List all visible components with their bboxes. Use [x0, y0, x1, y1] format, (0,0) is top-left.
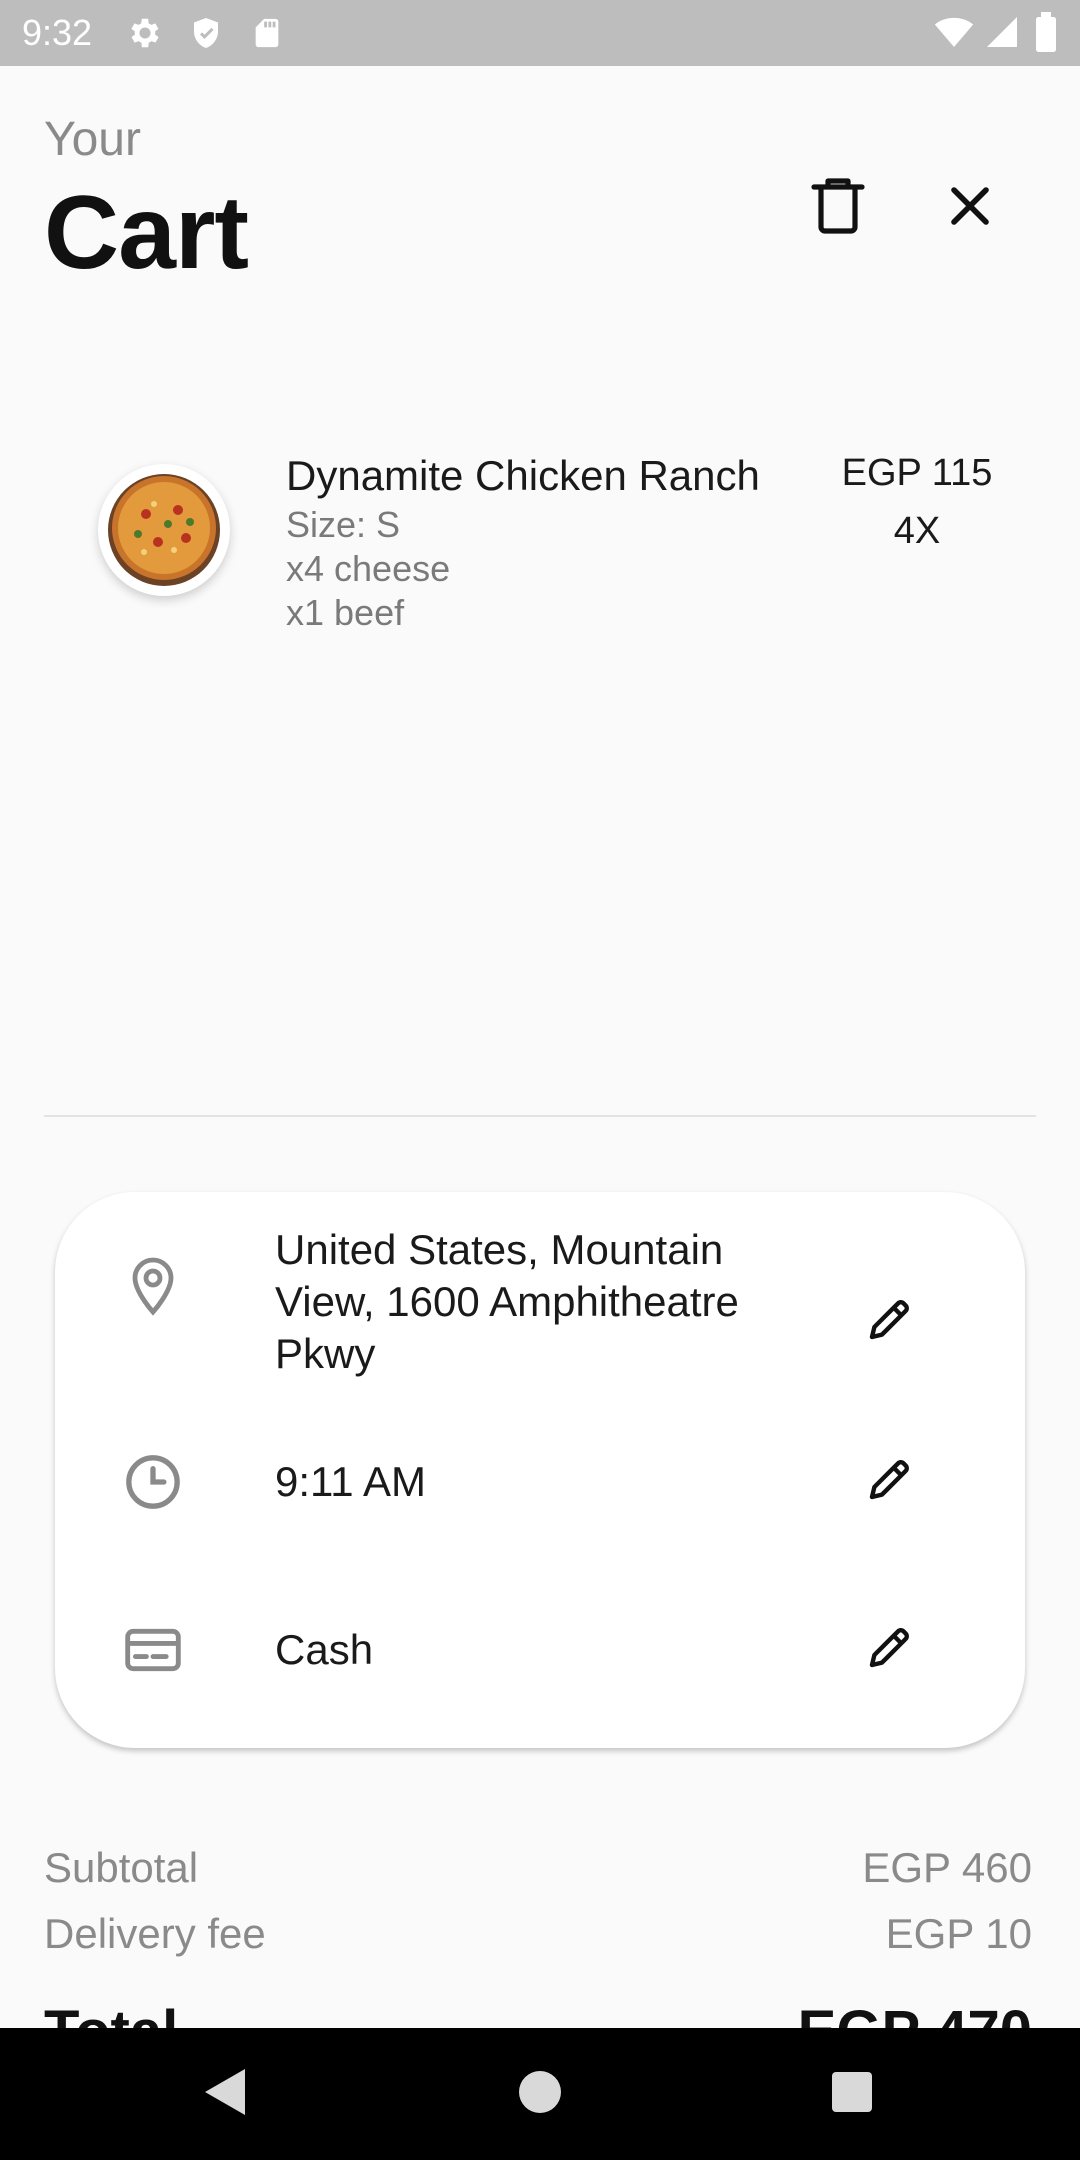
pizza-image — [98, 464, 230, 596]
recents-square-icon — [831, 2071, 873, 2118]
total-label: Total — [44, 1998, 178, 2028]
clock-icon — [121, 1450, 185, 1514]
sd-card-icon — [250, 14, 284, 57]
back-triangle-icon — [203, 2067, 249, 2122]
status-time: 9:32 — [22, 12, 93, 53]
item-extra: x1 beef — [286, 592, 405, 633]
recents-button[interactable] — [822, 2064, 882, 2124]
battery-icon — [1034, 12, 1058, 57]
home-circle-icon — [518, 2070, 562, 2119]
edit-address-button[interactable] — [855, 1286, 925, 1356]
subtotal-value: EGP 460 — [862, 1844, 1032, 1891]
status-bar: 9:32 — [0, 0, 1080, 66]
pencil-icon — [866, 1455, 914, 1508]
shield-icon — [188, 14, 224, 57]
back-button[interactable] — [196, 2064, 256, 2124]
item-name: Dynamite Chicken Ranch — [286, 452, 760, 499]
navigation-bar — [0, 2028, 1080, 2160]
total-value: EGP 470 — [798, 1998, 1032, 2028]
pencil-icon — [866, 1295, 914, 1348]
clear-cart-button[interactable] — [800, 170, 876, 246]
edit-time-button[interactable] — [855, 1446, 925, 1516]
delivery-time: 9:11 AM — [275, 1458, 426, 1505]
delivery-address: United States, Mountain View, 1600 Amphi… — [275, 1226, 739, 1377]
subtotal-label: Subtotal — [44, 1844, 199, 1891]
delivery-fee-label: Delivery fee — [44, 1910, 266, 1957]
payment-method: Cash — [275, 1626, 374, 1673]
item-price: EGP 115 — [841, 452, 993, 494]
trash-icon — [810, 176, 866, 241]
item-extra: x4 cheese — [286, 548, 451, 589]
close-icon — [950, 186, 990, 231]
divider — [44, 1115, 1036, 1117]
total-row: Total EGP 470 — [0, 1990, 1080, 2028]
credit-card-icon — [121, 1618, 185, 1682]
home-button[interactable] — [510, 2064, 570, 2124]
close-button[interactable] — [932, 170, 1008, 246]
cart-subtitle: Your — [44, 113, 141, 166]
signal-icon — [984, 12, 1020, 57]
page-title: Cart — [44, 175, 249, 291]
order-details-card: United States, Mountain View, 1600 Amphi… — [55, 1192, 1025, 1748]
wifi-icon — [932, 12, 976, 57]
item-quantity: 4X — [893, 510, 941, 552]
delivery-fee-value: EGP 10 — [885, 1910, 1032, 1957]
location-pin-icon — [121, 1254, 185, 1318]
pencil-icon — [866, 1623, 914, 1676]
gear-icon — [126, 14, 164, 57]
item-size: Size: S — [286, 504, 401, 545]
edit-payment-button[interactable] — [855, 1614, 925, 1684]
